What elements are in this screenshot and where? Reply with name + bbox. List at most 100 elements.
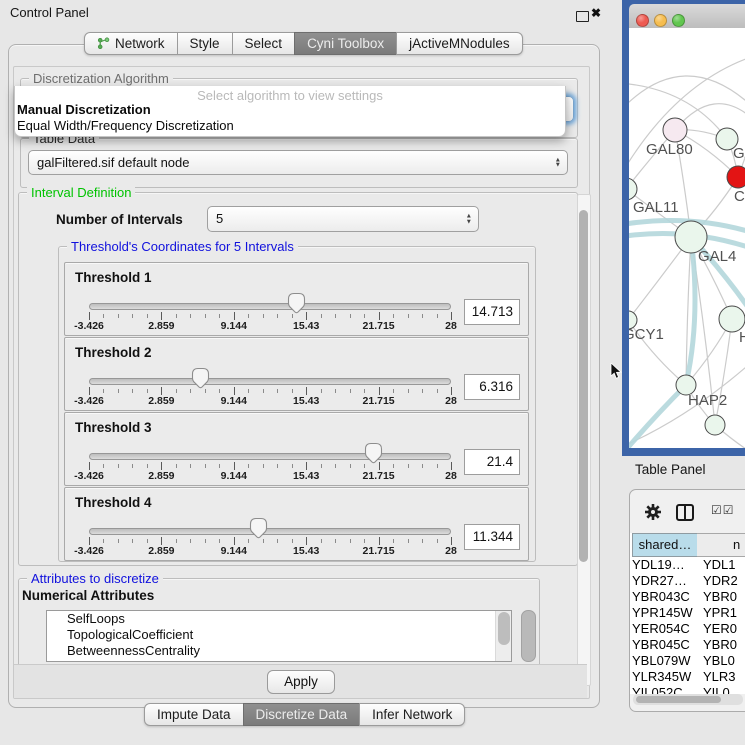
table-row[interactable]: YDR27…YDR2 — [630, 573, 745, 589]
tick-mark — [190, 389, 191, 393]
tab-jactivemnodules[interactable]: jActiveMNodules — [396, 32, 523, 55]
tab-cyni-toolbox[interactable]: Cyni Toolbox — [294, 32, 397, 55]
popup-placeholder: Select algorithm to view settings — [15, 88, 565, 103]
slider-thumb[interactable] — [364, 442, 383, 464]
tab-label: Impute Data — [157, 707, 231, 722]
split-columns-icon[interactable] — [676, 504, 694, 521]
slider-thumb[interactable] — [249, 517, 268, 539]
tick-mark — [277, 314, 278, 318]
gear-icon[interactable] — [644, 503, 662, 521]
column-header-shared[interactable]: shared… — [632, 533, 698, 557]
float-window-icon[interactable] — [576, 11, 589, 22]
tick-mark — [248, 314, 249, 318]
tab-network[interactable]: Network — [84, 32, 178, 55]
tick-label: 15.43 — [293, 545, 319, 557]
table-data-combobox[interactable]: galFiltered.sif default node ▲▼ — [28, 150, 568, 175]
close-icon[interactable]: ✖ — [591, 6, 601, 20]
stepper-arrows-icon[interactable]: ▲▼ — [466, 214, 472, 225]
tick-mark — [306, 312, 307, 320]
slider-track[interactable] — [89, 378, 451, 385]
threshold-value-field[interactable]: 14.713 — [464, 299, 520, 325]
tab-impute-data[interactable]: Impute Data — [144, 703, 244, 726]
network-window-titlebar[interactable] — [629, 4, 745, 29]
list-item[interactable]: TopologicalCoefficient — [47, 627, 511, 643]
table-row[interactable]: YLR345WYLR3 — [630, 669, 745, 685]
table-row[interactable]: YER054CYER0 — [630, 621, 745, 637]
tick-mark — [176, 539, 177, 543]
cell-name: YDL1 — [699, 557, 736, 573]
tick-label: 21.715 — [363, 395, 395, 407]
tick-mark — [422, 314, 423, 318]
table-hscrollbar-thumb[interactable] — [636, 696, 721, 703]
tick-mark — [147, 314, 148, 318]
network-node[interactable] — [663, 118, 687, 142]
tick-mark — [408, 539, 409, 543]
numerical-attributes-list[interactable]: SelfLoopsTopologicalCoefficientBetweenne… — [46, 610, 512, 662]
tab-discretize-data[interactable]: Discretize Data — [243, 703, 361, 726]
cell-shared-name: YER054C — [630, 621, 699, 637]
page-scrollbar-thumb[interactable] — [579, 210, 588, 562]
tick-mark — [118, 539, 119, 543]
column-header-name[interactable]: n — [697, 533, 745, 557]
tick-mark — [132, 389, 133, 393]
tab-select[interactable]: Select — [232, 32, 296, 55]
threshold-value-field[interactable]: 21.4 — [464, 449, 520, 475]
tick-mark — [176, 314, 177, 318]
list-item[interactable]: SelfLoops — [47, 611, 511, 627]
cell-shared-name: YIL052C — [630, 685, 699, 694]
slider-track[interactable] — [89, 303, 451, 310]
tick-mark — [161, 387, 162, 395]
tick-label: 2.859 — [148, 320, 174, 332]
bottom-tab-bar: Impute Data Discretize DataInfer Network — [144, 703, 465, 726]
list-item[interactable]: BetweennessCentrality — [47, 643, 511, 659]
network-node[interactable] — [727, 166, 745, 188]
traffic-light-red-icon[interactable] — [636, 14, 649, 27]
slider-thumb[interactable] — [287, 292, 306, 314]
algorithm-option[interactable]: Manual Discretization — [17, 102, 563, 118]
stepper-arrows-icon[interactable]: ▲▼ — [555, 157, 561, 168]
node-label: GCY1 — [629, 326, 664, 343]
panel-title: Control Panel — [10, 5, 89, 20]
tick-mark — [408, 464, 409, 468]
tick-mark — [190, 539, 191, 543]
list-scrollbar-thumb[interactable] — [498, 612, 510, 645]
table-row[interactable]: YIL052CYIL0 — [630, 685, 745, 694]
tab-label: Cyni Toolbox — [307, 36, 384, 51]
tab-style[interactable]: Style — [177, 32, 233, 55]
number-of-intervals-combobox[interactable]: 5 ▲▼ — [207, 206, 479, 232]
table-row[interactable]: YPR145WYPR1 — [630, 605, 745, 621]
algorithm-option[interactable]: Equal Width/Frequency Discretization — [17, 118, 563, 134]
network-canvas[interactable]: GAL80GACGAL11GAL4GCY1HHAP2 — [629, 28, 745, 448]
traffic-light-yellow-icon[interactable] — [654, 14, 667, 27]
numerical-attributes-label: Numerical Attributes — [22, 588, 154, 603]
table-row[interactable]: YDL19…YDL1 — [630, 557, 745, 573]
tick-labels: -3.4262.8599.14415.4321.71528 — [89, 470, 451, 482]
tick-label: 15.43 — [293, 470, 319, 482]
table-row[interactable]: YBR043CYBR0 — [630, 589, 745, 605]
cell-name: YBL0 — [699, 653, 735, 669]
threshold-value-field[interactable]: 11.344 — [464, 524, 520, 550]
table-row[interactable]: YBL079WYBL0 — [630, 653, 745, 669]
network-node[interactable] — [705, 415, 725, 435]
slider-track[interactable] — [89, 528, 451, 535]
table-panel-title: Table Panel — [635, 462, 706, 477]
tick-label: 21.715 — [363, 470, 395, 482]
tick-mark — [205, 314, 206, 318]
table-row[interactable]: YBR045CYBR0 — [630, 637, 745, 653]
attributes-scrollbar-thumb[interactable] — [521, 610, 536, 662]
slider-track[interactable] — [89, 453, 451, 460]
tick-mark — [176, 389, 177, 393]
threshold-value-field[interactable]: 6.316 — [464, 374, 520, 400]
tick-mark — [190, 314, 191, 318]
apply-button[interactable]: Apply — [267, 670, 335, 694]
tick-mark — [364, 464, 365, 468]
slider-thumb[interactable] — [191, 367, 210, 389]
traffic-light-green-icon[interactable] — [672, 14, 685, 27]
tab-infer-network[interactable]: Infer Network — [359, 703, 465, 726]
tick-mark — [321, 539, 322, 543]
tick-mark — [103, 389, 104, 393]
cell-name: YLR3 — [699, 669, 736, 685]
tick-mark — [379, 387, 380, 395]
checkbox-icons[interactable]: ☑☑ — [711, 503, 735, 517]
tick-mark — [306, 537, 307, 545]
